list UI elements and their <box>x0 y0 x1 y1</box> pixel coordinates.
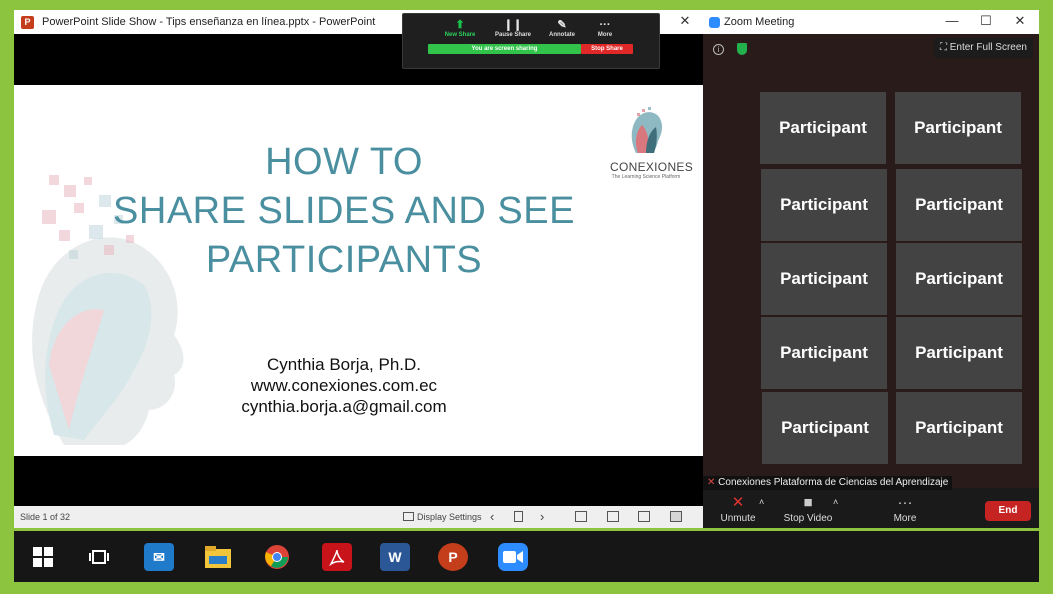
stop-video-button[interactable]: ■ Stop Video <box>783 493 833 524</box>
microphone-muted-icon: ✕ <box>731 494 745 511</box>
ppt-window-title: PowerPoint Slide Show - Tips enseñanza e… <box>42 16 376 28</box>
new-share-button[interactable]: ⬆ New Share <box>435 18 485 38</box>
participant-tile[interactable]: Participant <box>896 169 1022 241</box>
reading-view-icon[interactable] <box>638 511 650 522</box>
audio-options-chevron-icon[interactable]: ˄ <box>759 497 764 507</box>
zoom-close-button[interactable]: ✕ <box>1005 10 1035 34</box>
slide-counter: Slide 1 of 32 <box>20 512 71 522</box>
task-view-icon[interactable] <box>84 543 114 571</box>
slideshow-view-icon[interactable] <box>670 511 682 522</box>
powerpoint-window: P PowerPoint Slide Show - Tips enseñanza… <box>14 10 703 528</box>
powerpoint-taskbar-icon[interactable]: P <box>438 543 468 571</box>
pause-icon: ❙❙ <box>503 19 523 31</box>
video-camera-icon: ■ <box>803 494 813 511</box>
file-explorer-icon[interactable] <box>203 543 233 571</box>
active-speaker-name: ✕ Conexiones Plataforma de Ciencias del … <box>703 476 953 490</box>
video-options-chevron-icon[interactable]: ˄ <box>833 497 838 507</box>
ppt-close-button[interactable]: ✕ <box>667 10 703 34</box>
chrome-icon[interactable] <box>262 543 292 571</box>
logo-head-icon <box>631 107 663 153</box>
share-more-button[interactable]: ··· More <box>580 18 630 38</box>
zoom-titlebar: Zoom Meeting — ☐ ✕ <box>703 10 1039 34</box>
participant-tile[interactable]: Participant <box>896 317 1022 389</box>
windows-taskbar: ✉ W P <box>14 531 1039 582</box>
participant-tile[interactable]: Participant <box>896 392 1022 464</box>
slide-menu-icon[interactable] <box>514 511 523 522</box>
more-icon: ··· <box>599 19 611 31</box>
participant-tile[interactable]: Participant <box>760 92 886 164</box>
windows-start-icon[interactable] <box>28 543 58 571</box>
zoom-window-title: Zoom Meeting <box>724 16 795 28</box>
zoom-taskbar-icon[interactable] <box>498 543 528 571</box>
zoom-maximize-button[interactable]: ☐ <box>971 10 1001 34</box>
unmute-button[interactable]: ✕ Unmute <box>719 493 757 524</box>
muted-mic-icon: ✕ <box>707 477 716 488</box>
meeting-info-icon[interactable]: i <box>713 44 724 55</box>
participant-tile[interactable]: Participant <box>895 92 1021 164</box>
conexiones-logo: CONEXIONES The Learning Science Platform <box>610 107 693 180</box>
zoom-window: Zoom Meeting — ☐ ✕ i ⛶ Enter Full Screen… <box>703 10 1039 528</box>
acrobat-icon[interactable] <box>322 543 352 571</box>
display-settings-icon <box>403 512 414 521</box>
powerpoint-icon: P <box>21 15 34 29</box>
mail-icon[interactable]: ✉ <box>144 543 174 571</box>
normal-view-icon[interactable] <box>575 511 587 522</box>
more-dots-icon: ··· <box>897 494 913 511</box>
slide-title: HOW TO SHARE SLIDES AND SEE PARTICIPANTS <box>113 141 575 281</box>
zoom-info-bar: i ⛶ Enter Full Screen <box>703 34 1039 64</box>
zoom-logo-icon <box>709 16 720 28</box>
pause-share-button[interactable]: ❙❙ Pause Share <box>488 18 538 38</box>
word-icon[interactable]: W <box>380 543 410 571</box>
share-up-icon: ⬆ <box>455 19 465 31</box>
screen-sharing-status: You are screen sharing <box>428 44 581 54</box>
zoom-share-toolbar: ⬆ New Share ❙❙ Pause Share ✎ Annotate ··… <box>402 13 660 69</box>
participant-tile[interactable]: Participant <box>761 243 887 315</box>
participant-tile[interactable]: Participant <box>761 169 887 241</box>
participant-tile[interactable]: Participant <box>762 392 888 464</box>
participant-tile[interactable]: Participant <box>896 243 1022 315</box>
display-settings-button[interactable]: Display Settings <box>417 506 482 528</box>
ppt-statusbar: Slide 1 of 32 Display Settings ‹ › <box>14 506 703 528</box>
previous-slide-button[interactable]: ‹ <box>490 506 494 528</box>
end-meeting-button[interactable]: End <box>985 501 1031 521</box>
security-shield-icon[interactable] <box>737 43 747 55</box>
stop-share-button[interactable]: Stop Share <box>581 44 633 54</box>
next-slide-button[interactable]: › <box>540 506 544 528</box>
enter-full-screen-button[interactable]: ⛶ Enter Full Screen <box>933 38 1033 58</box>
fullscreen-icon: ⛶ <box>939 42 947 53</box>
slide-canvas: HOW TO SHARE SLIDES AND SEE PARTICIPANTS… <box>14 85 703 456</box>
zoom-controls-bar: ✕ Unmute ˄ ■ Stop Video ˄ ··· More End <box>703 491 1039 528</box>
participant-tile[interactable]: Participant <box>761 317 887 389</box>
slide-author-block: Cynthia Borja, Ph.D. www.conexiones.com.… <box>241 355 447 416</box>
zoom-more-button[interactable]: ··· More <box>889 493 921 524</box>
slide-sorter-icon[interactable] <box>607 511 619 522</box>
zoom-minimize-button[interactable]: — <box>937 10 967 34</box>
